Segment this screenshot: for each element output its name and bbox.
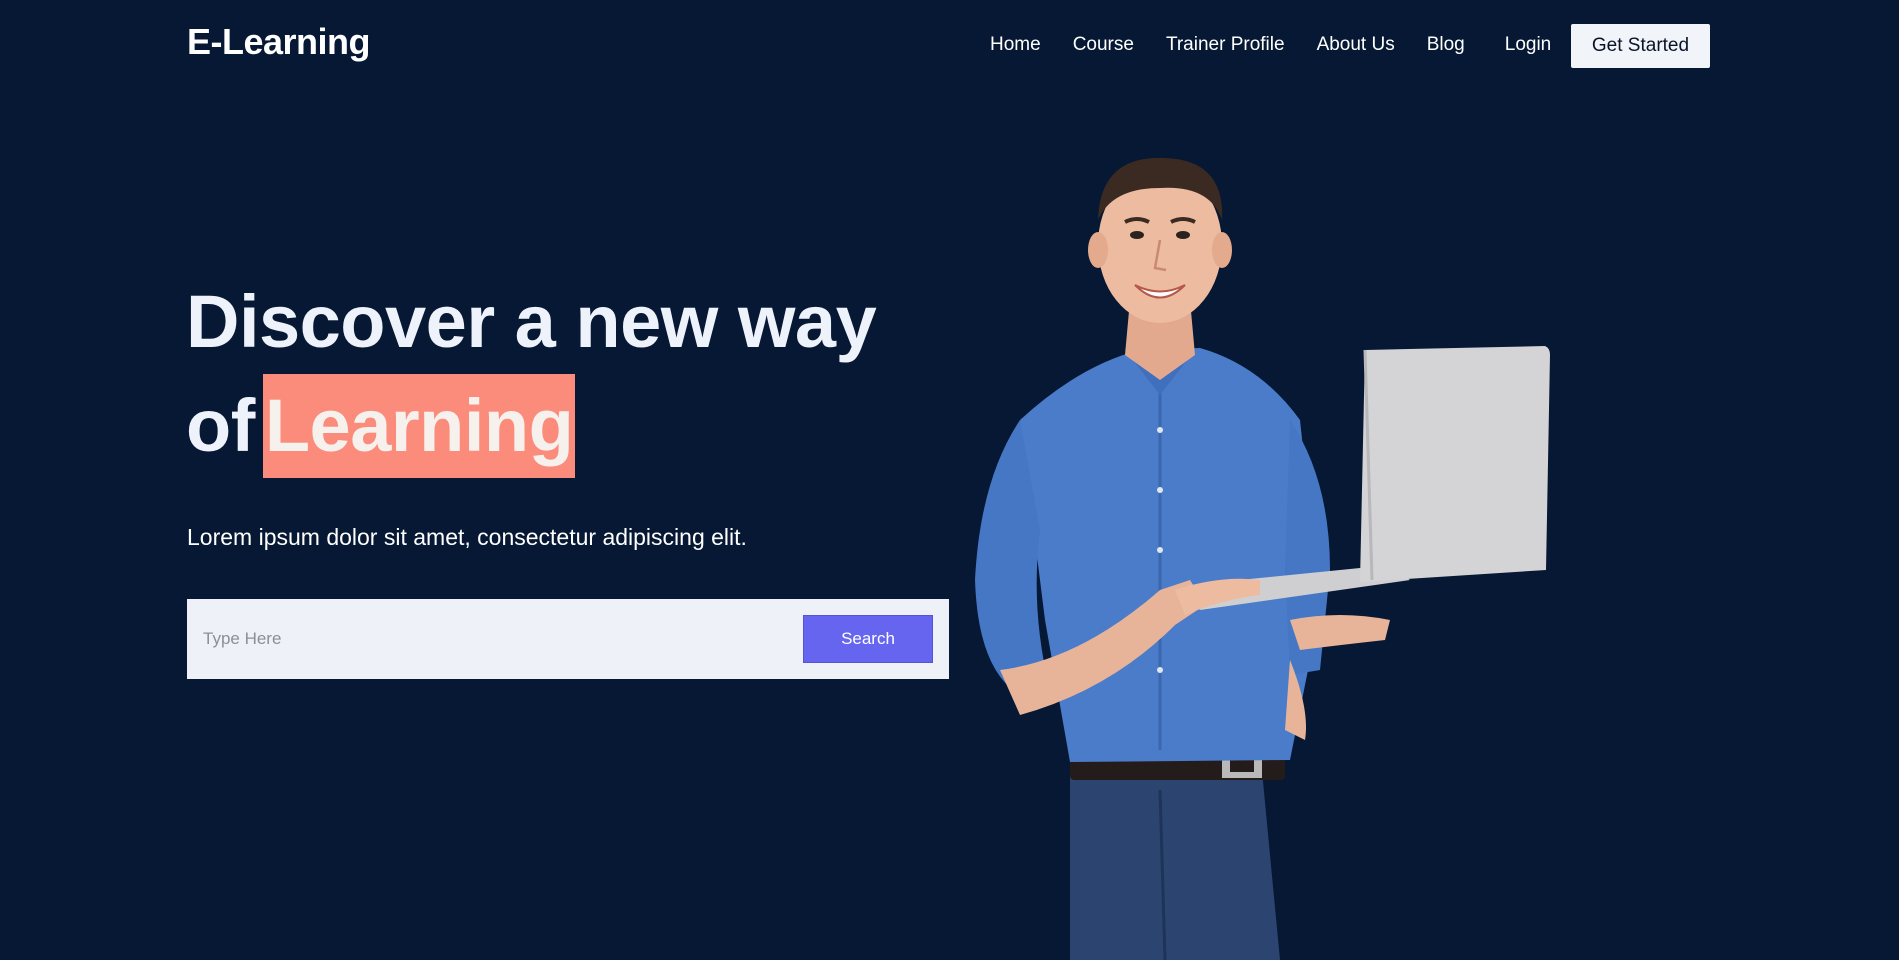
search-bar: Search (187, 599, 949, 679)
headline-highlight: Learning (262, 374, 576, 478)
person-with-laptop-image (975, 157, 1550, 960)
search-button[interactable]: Search (803, 615, 933, 663)
hero-headline: Discover a new way of Learning (186, 270, 926, 478)
nav-blog[interactable]: Blog (1427, 34, 1465, 56)
get-started-button[interactable]: Get Started (1571, 24, 1710, 68)
search-input[interactable] (203, 617, 763, 661)
headline-prefix: of (186, 384, 255, 467)
nav-course[interactable]: Course (1073, 34, 1134, 56)
hero-subtitle: Lorem ipsum dolor sit amet, consectetur … (187, 524, 747, 550)
nav-home[interactable]: Home (990, 34, 1041, 56)
main-nav: Home Course Trainer Profile About Us Blo… (990, 28, 1583, 62)
headline-line-2: of Learning (186, 374, 926, 478)
nav-trainer-profile[interactable]: Trainer Profile (1166, 34, 1285, 56)
nav-about-us[interactable]: About Us (1317, 34, 1395, 56)
headline-line-1: Discover a new way (186, 280, 877, 363)
site-logo[interactable]: E-Learning (187, 22, 371, 62)
landing-page: E-Learning Home Course Trainer Profile A… (0, 0, 1899, 960)
login-link[interactable]: Login (1505, 34, 1552, 56)
